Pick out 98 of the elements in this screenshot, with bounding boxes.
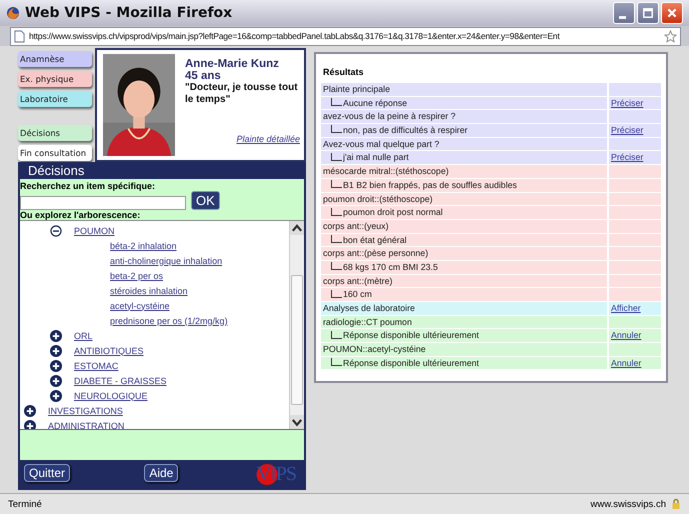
result-text: j'ai mal nulle part — [321, 151, 607, 164]
empty-cell — [609, 83, 661, 96]
result-text: poumon droit post normal — [321, 206, 607, 219]
empty-cell — [609, 274, 661, 288]
results-title: Résultats — [323, 67, 365, 77]
expand-icon[interactable] — [50, 330, 62, 342]
page-icon — [14, 30, 25, 42]
result-text: poumon droit::(stéthoscope) — [321, 192, 607, 206]
expand-icon[interactable] — [50, 374, 62, 386]
tree-item[interactable]: beta-2 per os — [110, 270, 164, 280]
address-field[interactable]: https://www.swissvips.ch/vipsprod/vips/main.jsp?leftPage=16&comp=tabbedPanel.tabLabs&q.3176=1&q.3178=1&enter.x=24&enter.y=98&enter=Ent — [10, 26, 681, 46]
star-icon[interactable] — [664, 30, 677, 42]
panel-header: Décisions — [27, 162, 86, 179]
search-label: Recherchez un item spécifique: — [20, 181, 156, 191]
tree-item[interactable]: INVESTIGATIONS — [48, 406, 123, 416]
tree-item[interactable]: anti-cholinergique inhalation — [110, 256, 222, 266]
tab[interactable]: Ex. physique — [18, 71, 92, 87]
scroll-up-icon[interactable] — [290, 221, 304, 235]
result-text: Plainte principale — [321, 83, 607, 96]
status-text: Terminé — [8, 498, 42, 510]
result-text: corps ant::(mètre) — [321, 274, 607, 288]
result-text: non, pas de difficultés à respirer — [321, 124, 607, 137]
tree-item[interactable]: acetyl-cystéine — [110, 300, 170, 310]
result-link[interactable]: Préciser — [609, 124, 661, 137]
result-link[interactable]: Annuler — [609, 356, 661, 370]
quit-button[interactable]: Quitter — [24, 464, 70, 482]
tree-item[interactable]: ADMINISTRATION — [48, 420, 124, 429]
tree-item[interactable]: stéroides inhalation — [110, 286, 188, 296]
tree-item[interactable]: ORL — [74, 330, 93, 340]
collapse-icon[interactable] — [50, 224, 62, 236]
tree-item[interactable]: POUMON — [74, 226, 114, 236]
close-button[interactable] — [661, 2, 683, 24]
tree-label: Ou explorez l'arborescence: — [20, 210, 142, 220]
result-link[interactable]: Annuler — [609, 329, 661, 342]
tree-item[interactable]: béta-2 inhalation — [110, 240, 177, 250]
empty-cell — [609, 234, 661, 246]
search-field[interactable] — [20, 196, 186, 210]
empty-cell — [609, 343, 661, 356]
tab[interactable]: Décisions — [18, 125, 92, 141]
close-icon — [666, 7, 678, 19]
tree-item[interactable]: DIABETE - GRAISSES — [74, 376, 167, 386]
maximize-button[interactable] — [637, 2, 659, 24]
expand-icon[interactable] — [24, 404, 36, 416]
patient-name: Anne-Marie Kunz — [185, 58, 280, 70]
window-title: Web VIPS - Mozilla Firefox — [25, 5, 234, 21]
detailed-complaint-link[interactable]: Plainte détaillée — [236, 134, 300, 144]
scroll-down-icon[interactable] — [290, 415, 304, 429]
result-link[interactable]: Afficher — [609, 302, 661, 315]
browser-logo-icon — [6, 6, 20, 20]
result-text: radiologie::CT poumon — [321, 316, 607, 328]
result-text: 160 cm — [321, 288, 607, 301]
empty-cell — [609, 288, 661, 301]
result-text: Avez-vous mal quelque part ? — [321, 138, 607, 150]
empty-cell — [609, 247, 661, 260]
empty-cell — [609, 206, 661, 219]
result-text: avez-vous de la peine à respirer ? — [321, 110, 607, 124]
ok-button[interactable]: OK — [191, 191, 220, 210]
minimize-icon — [619, 16, 626, 18]
result-text: Aucune réponse — [321, 96, 607, 110]
result-text: B1 B2 bien frappés, pas de souffles audibles — [321, 178, 607, 192]
result-text: Réponse disponible ultérieurement — [321, 329, 607, 342]
tree-item[interactable]: prednisone per os (1/2mg/kg) — [110, 316, 228, 326]
result-text: 68 kgs 170 cm BMI 23.5 — [321, 260, 607, 274]
empty-cell — [609, 192, 661, 206]
expand-icon[interactable] — [50, 344, 62, 356]
maximize-icon — [642, 7, 654, 19]
empty-cell — [609, 316, 661, 328]
result-text: mésocarde mitral::(stéthoscope) — [321, 165, 607, 178]
patient-complaint: "Docteur, je tousse tout le temps" — [185, 82, 299, 106]
scroll-thumb[interactable] — [291, 275, 303, 405]
empty-cell — [609, 220, 661, 233]
empty-cell — [609, 178, 661, 192]
result-text: Réponse disponible ultérieurement — [321, 356, 607, 370]
tab[interactable]: Fin consultation — [18, 145, 92, 161]
lock-icon — [671, 498, 681, 510]
result-text: POUMON::acetyl-cystéine — [321, 343, 607, 356]
result-text: corps ant::(pèse personne) — [321, 247, 607, 260]
result-text: corps ant::(yeux) — [321, 220, 607, 233]
empty-cell — [609, 138, 661, 150]
scrollbar[interactable] — [289, 221, 304, 429]
tab[interactable]: Anamnèse — [18, 51, 92, 67]
patient-age: 45 ans — [185, 70, 222, 82]
expand-icon[interactable] — [50, 390, 62, 402]
result-text: Analyses de laboratoire — [321, 302, 607, 315]
help-button[interactable]: Aide — [144, 464, 178, 482]
status-domain: www.swissvips.ch — [590, 498, 666, 510]
tree-item[interactable]: ANTIBIOTIQUES — [74, 346, 144, 356]
expand-icon[interactable] — [50, 360, 62, 372]
tree-item[interactable]: ESTOMAC — [74, 360, 118, 370]
result-link[interactable]: Préciser — [609, 96, 661, 110]
minimize-button[interactable] — [613, 2, 635, 24]
tree-item[interactable]: NEUROLOGIQUE — [74, 390, 148, 400]
result-link[interactable]: Préciser — [609, 151, 661, 164]
result-text: bon état général — [321, 234, 607, 246]
empty-cell — [609, 260, 661, 274]
tab[interactable]: Laboratoire — [18, 91, 92, 107]
empty-cell — [609, 165, 661, 178]
empty-cell — [609, 110, 661, 124]
